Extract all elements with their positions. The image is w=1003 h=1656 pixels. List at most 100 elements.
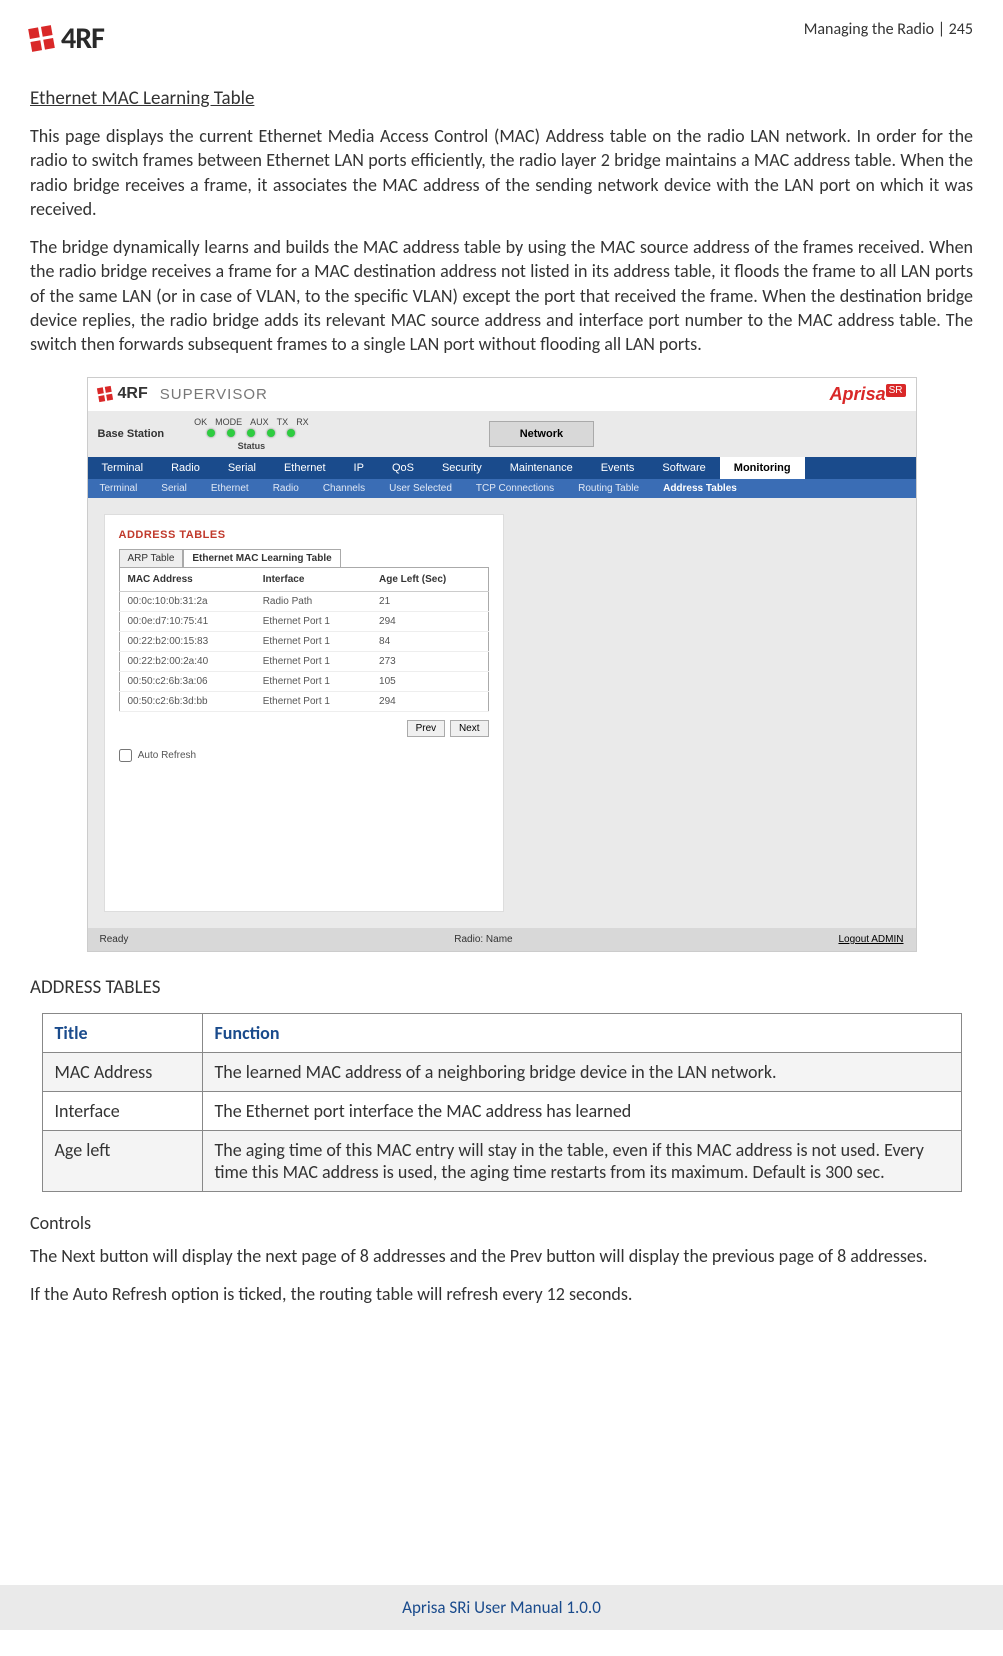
cell-mac: 00:0e:d7:10:75:41 (119, 611, 255, 631)
led-ok-icon (207, 429, 215, 437)
supervisor-screenshot: 4RF SUPERVISOR AprisaSR Base Station OK … (87, 377, 917, 952)
cell-iface: Ethernet Port 1 (255, 631, 371, 651)
cell-age: 294 (371, 691, 488, 711)
led-label: OK (194, 417, 207, 427)
cell-mac: 00:0c:10:0b:31:2a (119, 591, 255, 611)
nav-radio[interactable]: Radio (157, 457, 214, 479)
ss-logo-row: 4RF SUPERVISOR (98, 385, 268, 403)
table-row: 00:0e:d7:10:75:41 Ethernet Port 1 294 (119, 611, 488, 631)
cell-age: 21 (371, 591, 488, 611)
address-tables-heading: ADDRESS TABLES (30, 976, 973, 999)
ss-status-leds: OK MODE AUX TX RX Status (194, 417, 309, 451)
cell-mac: 00:50:c2:6b:3d:bb (119, 691, 255, 711)
ss-aprisa-text: Aprisa (830, 384, 886, 404)
controls-paragraph-1: The Next button will display the next pa… (30, 1244, 973, 1268)
def-row: Age left The aging time of this MAC entr… (42, 1130, 961, 1191)
nav-software[interactable]: Software (648, 457, 719, 479)
brand-logo: 4RF (30, 20, 104, 57)
ss-panel: ADDRESS TABLES ARP Table Ethernet MAC Le… (104, 514, 504, 912)
network-button[interactable]: Network (489, 421, 594, 447)
subnav-radio[interactable]: Radio (261, 479, 311, 498)
ss-content: ADDRESS TABLES ARP Table Ethernet MAC Le… (88, 498, 916, 928)
led-mode-icon (227, 429, 235, 437)
def-title: Interface (42, 1091, 202, 1130)
led-label: RX (296, 417, 309, 427)
page-footer: Aprisa SRi User Manual 1.0.0 (0, 1585, 1003, 1630)
section-heading: Ethernet MAC Learning Table (30, 87, 973, 110)
pager: Prev Next (119, 720, 489, 737)
ss-topbar: 4RF SUPERVISOR AprisaSR (88, 378, 916, 411)
led-label: MODE (215, 417, 242, 427)
brand-text: 4RF (61, 20, 104, 57)
ss-led-row (207, 427, 295, 439)
ss-led-labels: OK MODE AUX TX RX (194, 417, 309, 427)
nav-ethernet[interactable]: Ethernet (270, 457, 340, 479)
subnav-routing-table[interactable]: Routing Table (566, 479, 651, 498)
nav-qos[interactable]: QoS (378, 457, 428, 479)
auto-refresh-row: Auto Refresh (119, 749, 489, 762)
cell-iface: Radio Path (255, 591, 371, 611)
subnav-address-tables[interactable]: Address Tables (651, 479, 749, 498)
tab-arp-table[interactable]: ARP Table (119, 549, 184, 568)
ss-logo-icon (96, 386, 112, 402)
nav-events[interactable]: Events (587, 457, 649, 479)
subnav-user-selected[interactable]: User Selected (377, 479, 464, 498)
def-title: MAC Address (42, 1052, 202, 1091)
subnav-tcp-connections[interactable]: TCP Connections (464, 479, 566, 498)
ss-brand: 4RF (118, 385, 148, 403)
next-button[interactable]: Next (450, 720, 489, 737)
nav-serial[interactable]: Serial (214, 457, 270, 479)
ss-aprisa-logo: AprisaSR (830, 384, 906, 405)
table-row: 00:50:c2:6b:3a:06 Ethernet Port 1 105 (119, 671, 488, 691)
ss-basestation-label: Base Station (98, 428, 195, 440)
subnav-ethernet[interactable]: Ethernet (199, 479, 261, 498)
def-function: The aging time of this MAC entry will st… (202, 1130, 961, 1191)
ss-tabs: ARP Table Ethernet MAC Learning Table (119, 549, 489, 568)
table-row: 00:22:b2:00:15:83 Ethernet Port 1 84 (119, 631, 488, 651)
ss-statusbar: Ready Radio: Name Logout ADMIN (88, 928, 916, 951)
tab-ethernet-mac-learning[interactable]: Ethernet MAC Learning Table (183, 549, 340, 568)
table-row: 00:0c:10:0b:31:2a Radio Path 21 (119, 591, 488, 611)
subnav-serial[interactable]: Serial (149, 479, 199, 498)
nav-maintenance[interactable]: Maintenance (496, 457, 587, 479)
nav-security[interactable]: Security (428, 457, 496, 479)
intro-paragraph-2: The bridge dynamically learns and builds… (30, 235, 973, 356)
cell-mac: 00:22:b2:00:2a:40 (119, 651, 255, 671)
cell-mac: 00:50:c2:6b:3a:06 (119, 671, 255, 691)
def-function: The learned MAC address of a neighboring… (202, 1052, 961, 1091)
led-tx-icon (267, 429, 275, 437)
nav-monitoring[interactable]: Monitoring (720, 457, 805, 479)
ss-status-label: Status (238, 441, 266, 451)
status-ready: Ready (100, 934, 129, 945)
col-interface: Interface (255, 567, 371, 591)
page-reference: Managing the Radio | 245 (804, 20, 973, 39)
mac-learning-table: MAC Address Interface Age Left (Sec) 00:… (119, 567, 489, 712)
def-function: The Ethernet port interface the MAC addr… (202, 1091, 961, 1130)
logo-icon (28, 25, 55, 52)
def-title: Age left (42, 1130, 202, 1191)
table-row: 00:50:c2:6b:3d:bb Ethernet Port 1 294 (119, 691, 488, 711)
ss-aprisa-sr: SR (886, 384, 906, 397)
led-rx-icon (287, 429, 295, 437)
nav-terminal[interactable]: Terminal (88, 457, 158, 479)
cell-iface: Ethernet Port 1 (255, 671, 371, 691)
nav-ip[interactable]: IP (340, 457, 378, 479)
subnav-terminal[interactable]: Terminal (88, 479, 150, 498)
col-age-left: Age Left (Sec) (371, 567, 488, 591)
controls-heading: Controls (30, 1212, 973, 1234)
def-row: Interface The Ethernet port interface th… (42, 1091, 961, 1130)
ss-main-nav: Terminal Radio Serial Ethernet IP QoS Se… (88, 457, 916, 479)
controls-paragraph-2: If the Auto Refresh option is ticked, th… (30, 1282, 973, 1306)
cell-age: 273 (371, 651, 488, 671)
led-label: TX (277, 417, 289, 427)
cell-age: 84 (371, 631, 488, 651)
logout-link[interactable]: Logout ADMIN (838, 934, 903, 945)
def-col-title: Title (42, 1013, 202, 1052)
table-row: 00:22:b2:00:2a:40 Ethernet Port 1 273 (119, 651, 488, 671)
cell-age: 105 (371, 671, 488, 691)
subnav-channels[interactable]: Channels (311, 479, 377, 498)
definition-table: Title Function MAC Address The learned M… (42, 1013, 962, 1192)
prev-button[interactable]: Prev (407, 720, 446, 737)
ss-supervisor-label: SUPERVISOR (160, 386, 268, 403)
auto-refresh-checkbox[interactable] (119, 749, 132, 762)
